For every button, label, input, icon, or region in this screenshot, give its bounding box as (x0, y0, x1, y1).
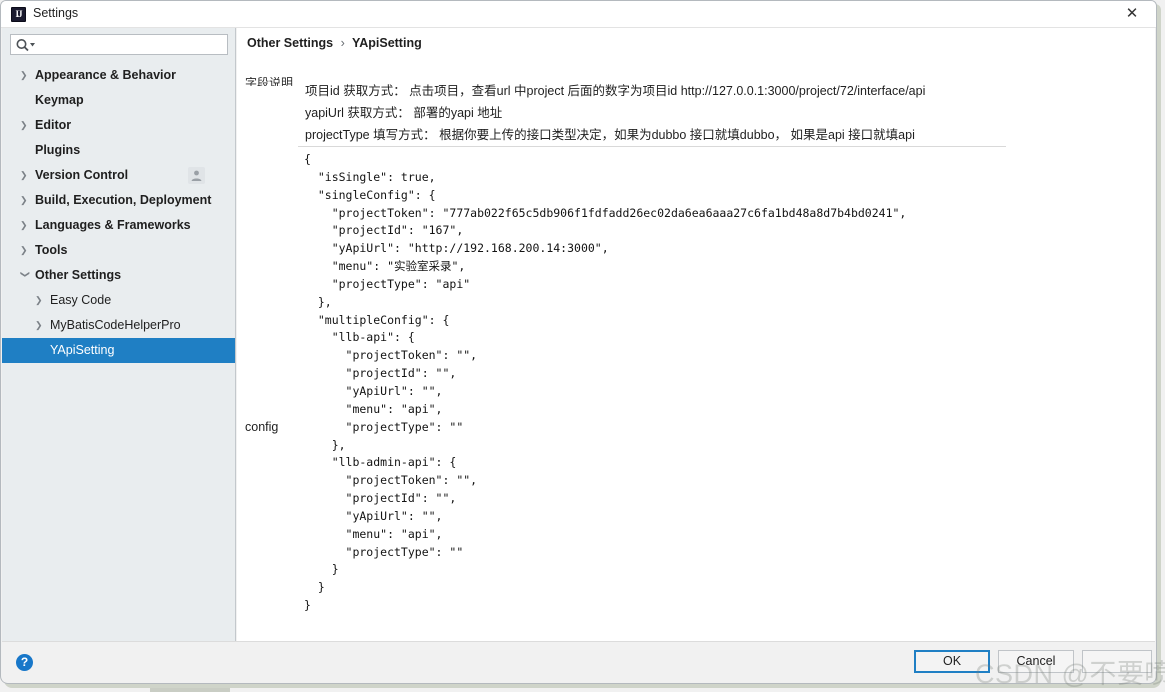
search-input[interactable] (39, 36, 225, 55)
chevron-right-icon[interactable]: ❯ (20, 238, 30, 263)
chevron-right-icon[interactable]: ❯ (20, 113, 30, 138)
window-title: Settings (33, 6, 79, 20)
config-editor-wrapper (298, 146, 1006, 646)
screen: IJ Settings ✕ ❯ Appearance & Behavior Keym… (0, 0, 1165, 692)
field-description-label: 字段说明 (245, 77, 294, 86)
breadcrumb: Other Settings › YApiSetting (247, 36, 422, 50)
sidebar-item-plugins[interactable]: Plugins (2, 138, 235, 163)
chevron-right-icon[interactable]: ❯ (35, 288, 45, 313)
sidebar-item-label: Keymap (35, 93, 84, 107)
intellij-idea-icon: IJ (11, 7, 26, 22)
sidebar-item-easy-code[interactable]: ❯ Easy Code (2, 288, 235, 313)
chevron-right-icon[interactable]: ❯ (20, 163, 30, 188)
dialog-footer: ? OK Cancel (2, 641, 1155, 682)
sidebar-item-keymap[interactable]: Keymap (2, 88, 235, 113)
cancel-button[interactable]: Cancel (998, 650, 1074, 673)
ok-button[interactable]: OK (914, 650, 990, 673)
config-field-label: config (245, 420, 279, 434)
sidebar-item-appearance-behavior[interactable]: ❯ Appearance & Behavior (2, 63, 235, 88)
user-badge-icon (188, 167, 205, 184)
sidebar-item-label: Plugins (35, 143, 81, 157)
chevron-right-icon[interactable]: ❯ (35, 313, 45, 338)
chevron-right-icon[interactable]: ❯ (20, 188, 30, 213)
search-icon (15, 38, 37, 52)
help-icon[interactable]: ? (16, 654, 33, 671)
breadcrumb-separator: › (340, 36, 345, 50)
settings-tree: ❯ Appearance & Behavior Keymap ❯ Editor Plugi… (2, 63, 235, 363)
sidebar-item-yapisetting[interactable]: YApiSetting (2, 338, 235, 363)
settings-dialog: IJ Settings ✕ ❯ Appearance & Behavior Keym… (0, 0, 1157, 684)
sidebar-item-label: Appearance & Behavior (35, 68, 177, 82)
settings-sidebar: ❯ Appearance & Behavior Keymap ❯ Editor Plugi… (2, 28, 236, 643)
apply-button[interactable] (1082, 650, 1152, 673)
sidebar-item-build-execution-deployment[interactable]: ❯ Build, Execution, Deployment (2, 188, 235, 213)
title-bar: IJ Settings ✕ (1, 1, 1156, 28)
sidebar-item-label: YApiSetting (50, 343, 115, 357)
config-textarea[interactable] (298, 147, 1006, 646)
sidebar-item-mybatiscodehelperpro[interactable]: ❯ MyBatisCodeHelperPro (2, 313, 235, 338)
sidebar-item-editor[interactable]: ❯ Editor (2, 113, 235, 138)
description-line: projectType 填写方式： 根据你要上传的接口类型决定，如果为dubbo… (305, 128, 915, 142)
breadcrumb-current: YApiSetting (352, 36, 422, 50)
sidebar-item-label: Other Settings (35, 268, 122, 282)
chevron-right-icon[interactable]: ❯ (20, 213, 30, 238)
chevron-right-icon[interactable]: ❯ (20, 63, 30, 88)
breadcrumb-parent[interactable]: Other Settings (247, 36, 333, 50)
sidebar-item-label: MyBatisCodeHelperPro (50, 318, 181, 332)
sidebar-item-label: Build, Execution, Deployment (35, 193, 212, 207)
sidebar-item-label: Version Control (35, 168, 129, 182)
chevron-down-icon[interactable]: ❯ (13, 271, 38, 281)
sidebar-item-other-settings[interactable]: ❯ Other Settings (2, 263, 235, 288)
sidebar-item-label: Easy Code (50, 293, 112, 307)
sidebar-item-version-control[interactable]: ❯ Version Control (2, 163, 235, 188)
sidebar-item-label: Languages & Frameworks (35, 218, 191, 232)
sidebar-item-label: Tools (35, 243, 68, 257)
sidebar-item-label: Editor (35, 118, 72, 132)
settings-content: Other Settings › YApiSetting 字段说明 项目id 获… (237, 28, 1155, 646)
sidebar-item-tools[interactable]: ❯ Tools (2, 238, 235, 263)
description-line: 项目id 获取方式： 点击项目，查看url 中project 后面的数字为项目i… (305, 84, 926, 98)
description-line: yapiUrl 获取方式： 部署的yapi 地址 (305, 106, 503, 120)
taskbar-edge (150, 688, 230, 692)
close-icon[interactable]: ✕ (1110, 1, 1154, 27)
search-box[interactable] (10, 34, 228, 55)
sidebar-item-languages-frameworks[interactable]: ❯ Languages & Frameworks (2, 213, 235, 238)
